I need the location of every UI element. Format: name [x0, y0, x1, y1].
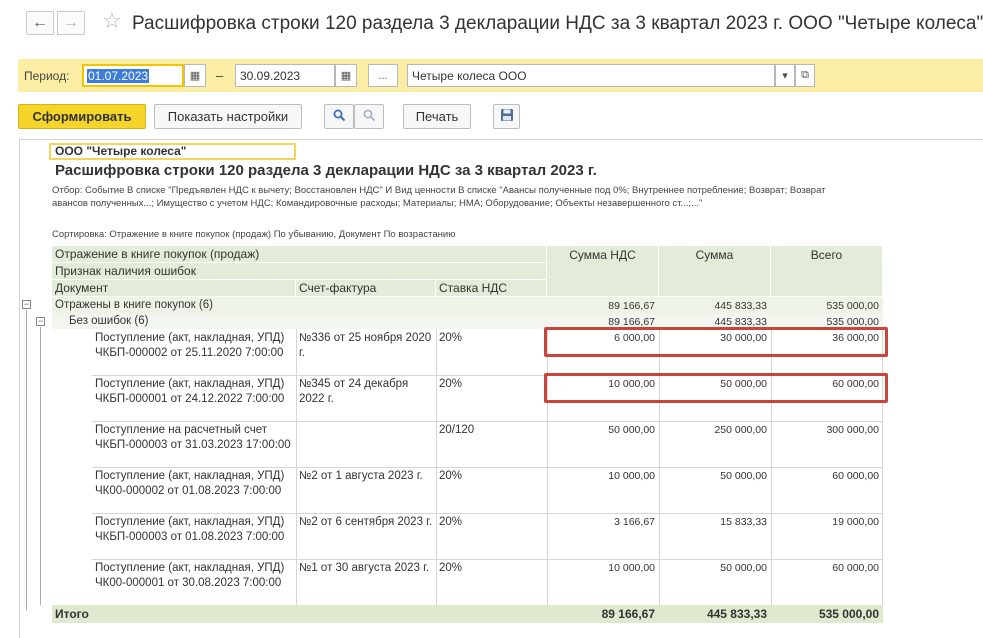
header-rate: Ставка НДС [436, 280, 547, 297]
header-vat: Сумма НДС [547, 246, 659, 297]
row-vat: 3 166,67 [614, 516, 655, 528]
arrow-left-icon: ← [32, 14, 48, 31]
report-area: ООО "Четыре колеса" Расшифровка строки 1… [19, 139, 983, 638]
row-document: Поступление (акт, накладная, УПД) ЧК00-0… [95, 470, 285, 497]
row-invoice: №336 от 25 ноября 2020 г. [299, 332, 432, 359]
search-cancel-icon [363, 109, 376, 125]
table-row[interactable]: Поступление (акт, накладная, УПД) ЧК00-0… [52, 559, 883, 605]
print-button[interactable]: Печать [403, 104, 471, 129]
total-amount: 445 833,33 [706, 607, 767, 621]
report-table: Отражение в книге покупок (продаж) Призн… [52, 246, 888, 626]
row-invoice: №345 от 24 декабря 2022 г. [299, 378, 409, 405]
row-amount: 250 000,00 [714, 424, 767, 436]
header-reflection: Отражение в книге покупок (продаж) [52, 246, 547, 263]
search-icon [333, 109, 346, 125]
organization-open-button[interactable]: ⧉ [795, 64, 815, 87]
row-total: 60 000,00 [832, 470, 879, 482]
total-row: Итого 89 166,67 445 833,33 535 000,00 [52, 605, 883, 623]
row-document: Поступление (акт, накладная, УПД) ЧКБП-0… [95, 332, 285, 359]
show-settings-button[interactable]: Показать настройки [154, 104, 302, 129]
row-document: Поступление на расчетный счет ЧКБП-00000… [95, 424, 291, 451]
open-icon: ⧉ [801, 69, 809, 81]
highlight-box [544, 373, 888, 403]
period-from-input[interactable]: 01.07.2023 [82, 64, 184, 87]
title-bar: ← → ☆ Расшифровка строки 120 раздела 3 д… [0, 0, 983, 50]
row-total: 60 000,00 [832, 562, 879, 574]
row-total: 19 000,00 [832, 516, 879, 528]
window-title: Расшифровка строки 120 раздела 3 деклара… [132, 13, 983, 34]
row-total: 300 000,00 [826, 424, 879, 436]
row-amount: 50 000,00 [720, 470, 767, 482]
row-vat: 10 000,00 [608, 470, 655, 482]
report-sort: Сортировка: Отражение в книге покупок (п… [52, 229, 456, 240]
header-invoice: Счет-фактура [296, 280, 436, 297]
period-to-input[interactable]: 30.09.2023 [235, 64, 335, 87]
header-total: Всего [771, 246, 883, 297]
report-title: Расшифровка строки 120 раздела 3 деклара… [55, 162, 597, 179]
header-document: Документ [52, 280, 296, 297]
period-dash: – [216, 68, 224, 83]
collapse-subgroup-icon[interactable]: − [36, 317, 45, 326]
row-document: Поступление (акт, накладная, УПД) ЧК00-0… [95, 562, 285, 589]
generate-button[interactable]: Сформировать [18, 104, 146, 129]
row-rate: 20% [439, 562, 463, 574]
header-amount: Сумма [659, 246, 771, 297]
report-organization[interactable]: ООО "Четыре колеса" [49, 143, 296, 160]
favorite-star-icon[interactable]: ☆ [102, 8, 122, 34]
calendar-to-button[interactable]: ▦ [335, 64, 357, 87]
save-icon [500, 108, 514, 125]
calendar-icon: ▦ [189, 70, 201, 82]
organization-input[interactable]: Четыре колеса ООО [407, 64, 775, 87]
total-vat: 89 166,67 [601, 607, 655, 621]
save-button[interactable] [493, 104, 520, 129]
period-label: Период: [24, 69, 70, 83]
search-button[interactable] [324, 104, 354, 129]
total-label: Итого [55, 607, 89, 621]
period-select-button[interactable]: ... [368, 64, 398, 87]
row-amount: 50 000,00 [720, 562, 767, 574]
row-invoice: №2 от 1 августа 2023 г. [299, 470, 423, 482]
collapse-group-icon[interactable]: − [22, 300, 31, 309]
row-vat: 10 000,00 [608, 562, 655, 574]
calendar-icon: ▦ [340, 70, 352, 82]
table-row[interactable]: Поступление (акт, накладная, УПД) ЧК00-0… [52, 467, 883, 513]
forward-button[interactable]: → [57, 11, 85, 35]
row-vat: 50 000,00 [608, 424, 655, 436]
row-rate: 20% [439, 516, 463, 528]
highlight-box [544, 327, 888, 357]
arrow-right-icon: → [63, 14, 79, 31]
calendar-from-button[interactable]: ▦ [184, 64, 206, 87]
organization-dropdown-button[interactable]: ▾ [775, 64, 795, 87]
row-rate: 20/120 [439, 424, 475, 436]
row-invoice: №2 от 6 сентября 2023 г. [299, 516, 433, 528]
row-document: Поступление (акт, накладная, УПД) ЧКБП-0… [95, 378, 285, 405]
row-document: Поступление (акт, накладная, УПД) ЧКБП-0… [95, 516, 285, 543]
header-errors: Признак наличия ошибок [52, 263, 547, 280]
row-rate: 20% [439, 378, 463, 390]
find-next-button[interactable] [354, 104, 384, 129]
row-rate: 20% [439, 470, 463, 482]
period-bar: Период: 01.07.2023 ▦ – 30.09.2023 ▦ ... … [18, 59, 983, 92]
report-filter: Отбор: Событие В списке "Предъявлен НДС … [52, 185, 826, 209]
back-button[interactable]: ← [26, 11, 54, 35]
chevron-down-icon: ▾ [782, 70, 788, 82]
row-invoice: №1 от 30 августа 2023 г. [299, 562, 430, 574]
group-row-reflected[interactable]: Отражены в книге покупок (6) 89 166,67 4… [52, 297, 883, 314]
row-rate: 20% [439, 332, 463, 344]
table-row[interactable]: Поступление на расчетный счет ЧКБП-00000… [52, 421, 883, 467]
table-row[interactable]: Поступление (акт, накладная, УПД) ЧКБП-0… [52, 513, 883, 559]
total-sum: 535 000,00 [818, 607, 879, 621]
row-amount: 15 833,33 [720, 516, 767, 528]
